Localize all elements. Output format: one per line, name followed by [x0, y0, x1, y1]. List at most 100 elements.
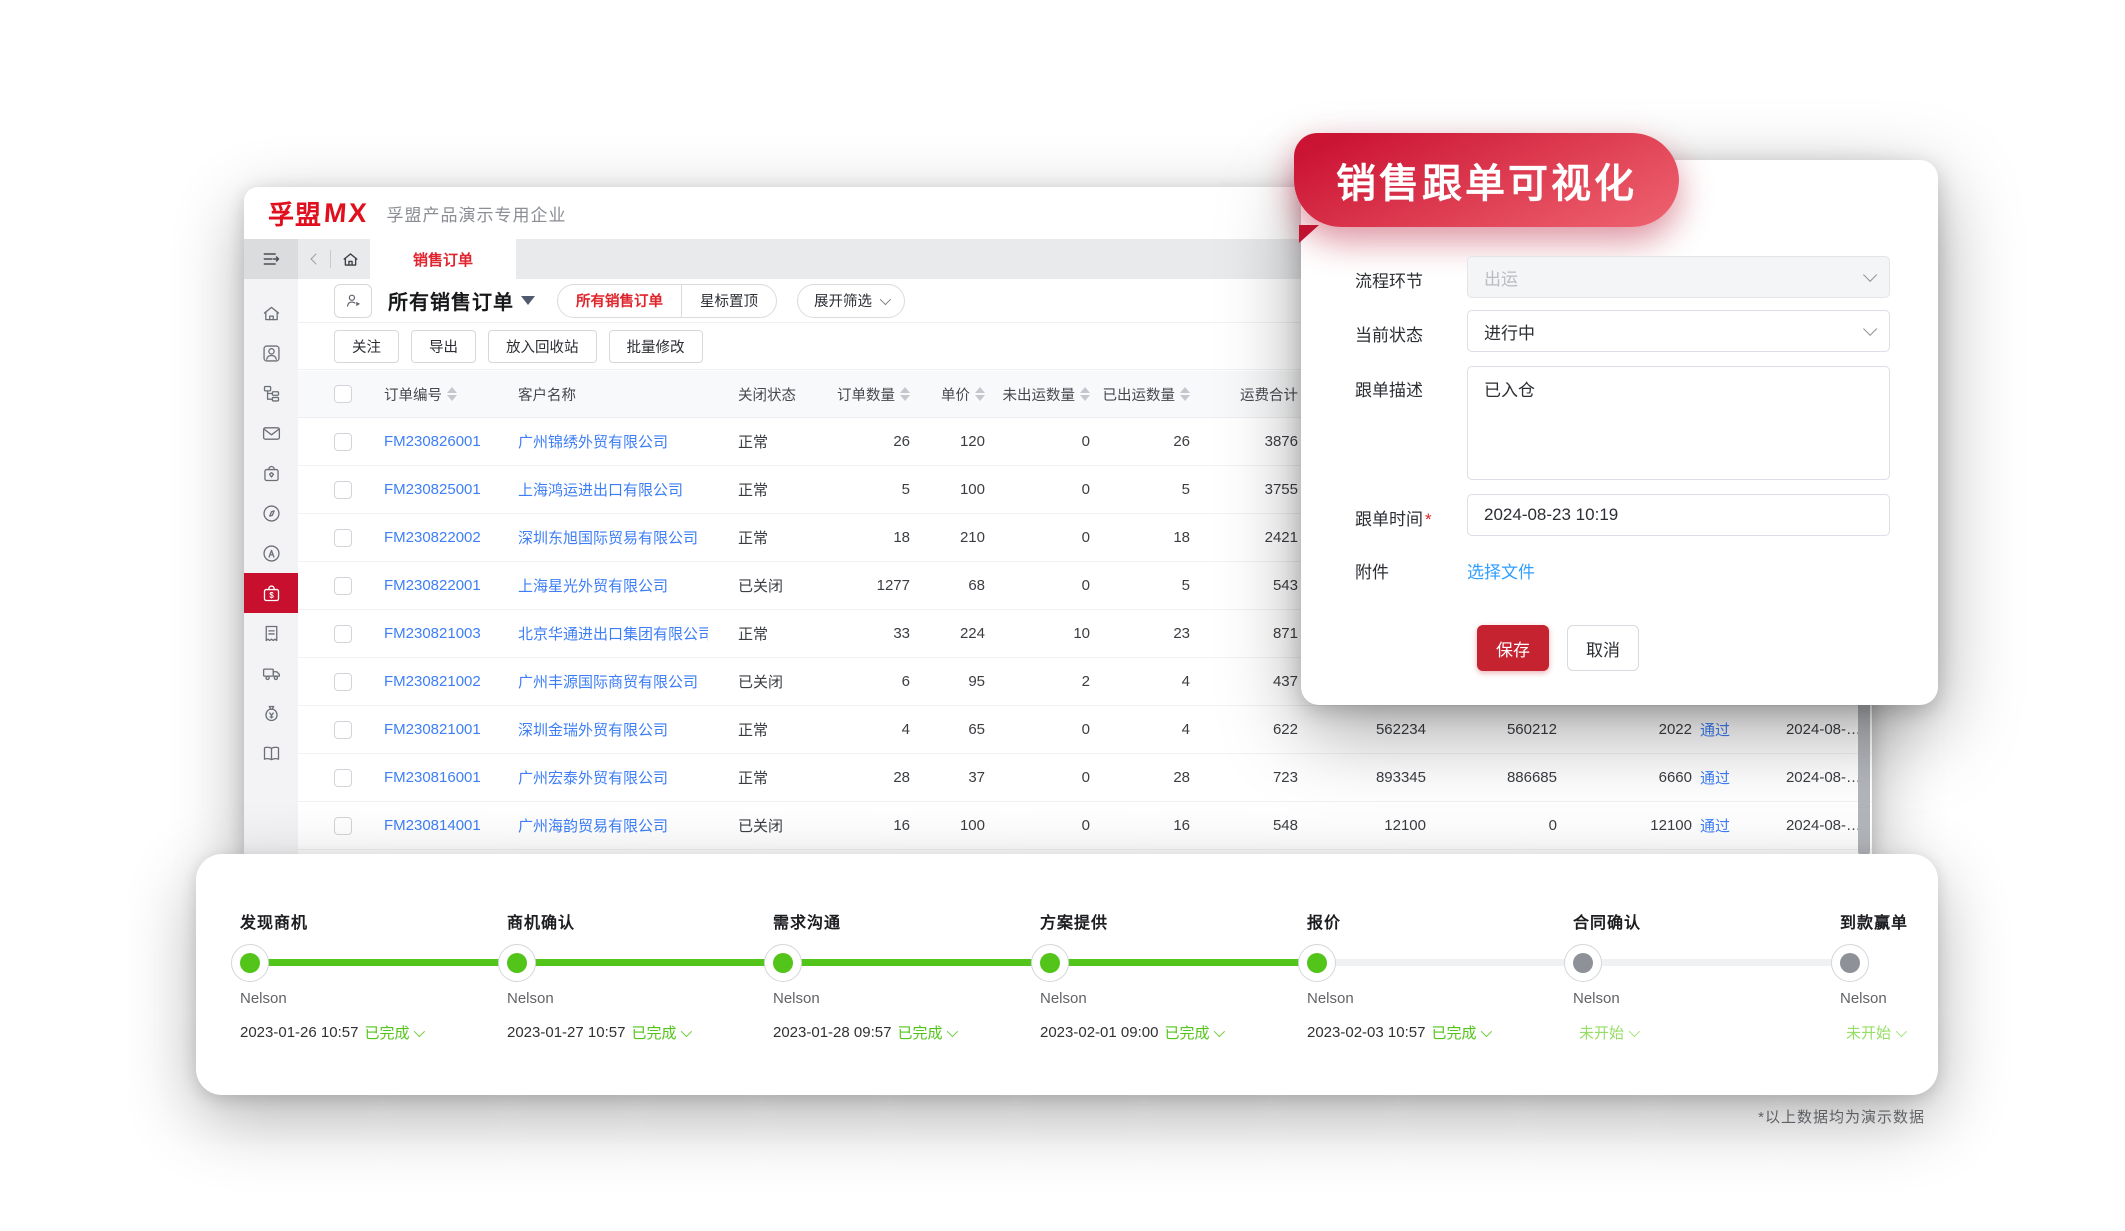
sidebar-item-home[interactable] [244, 293, 298, 333]
header-shipped-qty[interactable]: 已出运数量 [1090, 384, 1190, 405]
process-select[interactable]: 出运 [1467, 256, 1890, 298]
expand-filter-button[interactable]: 展开筛选 [797, 284, 905, 318]
order-no-link[interactable]: FM230821002 [384, 673, 518, 690]
sidebar-item-org[interactable] [244, 373, 298, 413]
table-row[interactable]: FM230821001 深圳金瑞外贸有限公司 正常 4 65 0 4 622 5… [298, 706, 1872, 754]
approve-link[interactable]: 通过 [1692, 767, 1732, 788]
header-order-no[interactable]: 订单编号 [384, 384, 518, 405]
save-button[interactable]: 保存 [1477, 625, 1549, 671]
table-row[interactable]: FM230814001 广州海韵贸易有限公司 已关闭 16 100 0 16 5… [298, 802, 1872, 850]
customer-link[interactable]: 广州宏泰外贸有限公司 [518, 767, 708, 788]
customer-link[interactable]: 广州锦绣外贸有限公司 [518, 431, 708, 452]
row-checkbox[interactable] [334, 721, 352, 739]
stage-meta: 未开始 [1840, 1022, 1904, 1043]
unshipped-qty: 2 [985, 673, 1090, 690]
header-unit-price[interactable]: 单价 [910, 384, 985, 405]
sidebar-item-products[interactable] [244, 453, 298, 493]
follow-button[interactable]: 关注 [334, 330, 399, 363]
approve-link[interactable]: 通过 [1692, 719, 1732, 740]
sidebar-item-orders-active[interactable]: $ [244, 573, 298, 613]
collapse-sidebar-button[interactable] [244, 239, 298, 279]
table-row[interactable]: FM230816001 广州宏泰外贸有限公司 正常 28 37 0 28 723… [298, 754, 1872, 802]
sort-icon[interactable] [900, 387, 910, 401]
order-no-link[interactable]: FM230821001 [384, 721, 518, 738]
freight-total: 543 [1190, 577, 1298, 594]
status-select[interactable]: 进行中 [1467, 310, 1890, 352]
row-checkbox[interactable] [334, 529, 352, 547]
sidebar-item-marketing[interactable] [244, 533, 298, 573]
view-title-caret-icon[interactable] [521, 296, 535, 305]
customer-link[interactable]: 广州丰源国际商贸有限公司 [518, 671, 708, 692]
stage-status[interactable]: 未开始 [1579, 1022, 1637, 1043]
sidebar-item-receipts[interactable] [244, 613, 298, 653]
header-order-qty[interactable]: 订单数量 [818, 384, 910, 405]
sidebar-item-mail[interactable] [244, 413, 298, 453]
home-icon[interactable] [341, 250, 360, 269]
sidebar-item-knowledge[interactable] [244, 733, 298, 773]
customer-link[interactable]: 深圳金瑞外贸有限公司 [518, 719, 708, 740]
row-checkbox[interactable] [334, 817, 352, 835]
query-scheme-button[interactable] [334, 284, 372, 318]
stage-status[interactable]: 已完成 [897, 1022, 955, 1043]
sort-icon[interactable] [447, 387, 457, 401]
export-button[interactable]: 导出 [411, 330, 476, 363]
sort-icon[interactable] [975, 387, 985, 401]
stage-meta: 2023-01-28 09:57 已完成 [773, 1022, 955, 1043]
row-date: 2024-08-… [1732, 817, 1872, 834]
tab-sales-order[interactable]: 销售订单 [370, 239, 516, 279]
order-no-link[interactable]: FM230822002 [384, 529, 518, 546]
order-no-link[interactable]: FM230814001 [384, 817, 518, 834]
stage-meta: 2023-02-03 10:57 已完成 [1307, 1022, 1489, 1043]
sidebar-item-logistics[interactable] [244, 653, 298, 693]
recycle-button[interactable]: 放入回收站 [488, 330, 597, 363]
stage-title: 到款赢单 [1840, 909, 1908, 933]
stage-status[interactable]: 已完成 [1431, 1022, 1489, 1043]
stage-status[interactable]: 未开始 [1846, 1022, 1904, 1043]
customer-link[interactable]: 上海星光外贸有限公司 [518, 575, 708, 596]
row-checkbox[interactable] [334, 625, 352, 643]
order-no-link[interactable]: FM230816001 [384, 769, 518, 786]
back-icon[interactable] [310, 253, 321, 264]
row-checkbox[interactable] [334, 673, 352, 691]
customer-link[interactable]: 北京华通进出口集团有限公司 [518, 623, 708, 644]
sort-icon[interactable] [1080, 387, 1090, 401]
desc-textarea[interactable]: 已入仓 [1467, 366, 1890, 480]
sort-icon[interactable] [1180, 387, 1190, 401]
row-checkbox[interactable] [334, 577, 352, 595]
close-status: 正常 [708, 479, 818, 500]
customer-link[interactable]: 广州海韵贸易有限公司 [518, 815, 708, 836]
order-no-link[interactable]: FM230821003 [384, 625, 518, 642]
sidebar-item-finance[interactable] [244, 693, 298, 733]
timeline-stage: 报价 Nelson 2023-02-03 10:57 已完成 [1298, 854, 1548, 1095]
stage-status[interactable]: 已完成 [631, 1022, 689, 1043]
sidebar-item-discover[interactable] [244, 493, 298, 533]
select-all-checkbox[interactable] [334, 385, 352, 403]
batch-edit-button[interactable]: 批量修改 [609, 330, 703, 363]
row-checkbox[interactable] [334, 769, 352, 787]
freight-total: 871 [1190, 625, 1298, 642]
stage-status[interactable]: 已完成 [364, 1022, 422, 1043]
row-checkbox[interactable] [334, 481, 352, 499]
order-no-link[interactable]: FM230825001 [384, 481, 518, 498]
stage-status[interactable]: 已完成 [1164, 1022, 1222, 1043]
header-unshipped-qty[interactable]: 未出运数量 [985, 384, 1090, 405]
customer-link[interactable]: 深圳东旭国际贸易有限公司 [518, 527, 708, 548]
shipped-qty: 16 [1090, 817, 1190, 834]
time-input[interactable]: 2024-08-23 10:19 [1467, 494, 1890, 536]
order-no-link[interactable]: FM230826001 [384, 433, 518, 450]
segment-starred[interactable]: 星标置顶 [682, 285, 776, 317]
segment-all-orders[interactable]: 所有销售订单 [558, 285, 681, 317]
row-checkbox[interactable] [334, 433, 352, 451]
choose-file-link[interactable]: 选择文件 [1467, 558, 1535, 583]
sidebar-item-contacts[interactable] [244, 333, 298, 373]
close-status: 正常 [708, 527, 818, 548]
order-no-link[interactable]: FM230822001 [384, 577, 518, 594]
unshipped-qty: 0 [985, 769, 1090, 786]
cancel-button[interactable]: 取消 [1567, 625, 1639, 671]
row-checkbox-cell [298, 625, 384, 643]
stage-dot [231, 944, 269, 982]
approve-link[interactable]: 通过 [1692, 815, 1732, 836]
view-title[interactable]: 所有销售订单 [388, 286, 514, 315]
customer-link[interactable]: 上海鸿运进出口有限公司 [518, 479, 708, 500]
amount-1: 562234 [1298, 721, 1426, 738]
